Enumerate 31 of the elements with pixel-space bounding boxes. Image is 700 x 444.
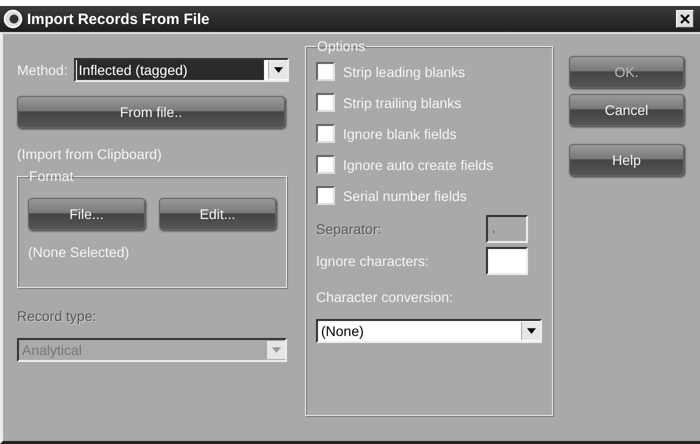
- format-selection-text: (None Selected): [28, 244, 130, 260]
- options-group-title: Options: [316, 38, 366, 54]
- format-button[interactable]: File...: [28, 198, 145, 230]
- checkbox[interactable]: [316, 62, 335, 81]
- checkbox[interactable]: [316, 124, 335, 143]
- from-file-button[interactable]: From file..: [17, 96, 285, 128]
- checkbox[interactable]: [316, 93, 335, 112]
- record-type-label: Record type:: [17, 308, 98, 324]
- circle-logo-icon: [3, 9, 23, 29]
- separator-label: Separator:: [316, 221, 382, 237]
- dialog-button[interactable]: Help: [569, 144, 684, 176]
- method-dropdown[interactable]: Inflected (tagged): [74, 58, 289, 82]
- format-button[interactable]: Edit...: [159, 198, 276, 230]
- checkbox[interactable]: [316, 186, 335, 205]
- dialog-button[interactable]: Cancel: [569, 94, 684, 126]
- checkbox[interactable]: [316, 155, 335, 174]
- import-source-text: (Import from Clipboard): [17, 146, 163, 162]
- ignore-characters-field[interactable]: [486, 247, 528, 275]
- checkbox-label: Ignore blank fields: [343, 126, 457, 142]
- checkbox-label: Ignore auto create fields: [343, 156, 494, 172]
- ignore-characters-label: Ignore characters:: [316, 253, 429, 269]
- method-label: Method:: [17, 62, 68, 78]
- close-button[interactable]: [676, 10, 694, 28]
- character-conversion-label: Character conversion:: [316, 289, 454, 305]
- checkbox-label: Strip leading blanks: [343, 64, 466, 80]
- close-icon: [680, 14, 690, 24]
- format-group-title: Format: [28, 168, 74, 184]
- checkbox-label: Strip trailing blanks: [343, 94, 462, 110]
- character-conversion-dropdown[interactable]: (None): [316, 319, 542, 343]
- window-title: Import Records From File: [27, 10, 211, 28]
- checkbox-label: Serial number fields: [343, 188, 467, 204]
